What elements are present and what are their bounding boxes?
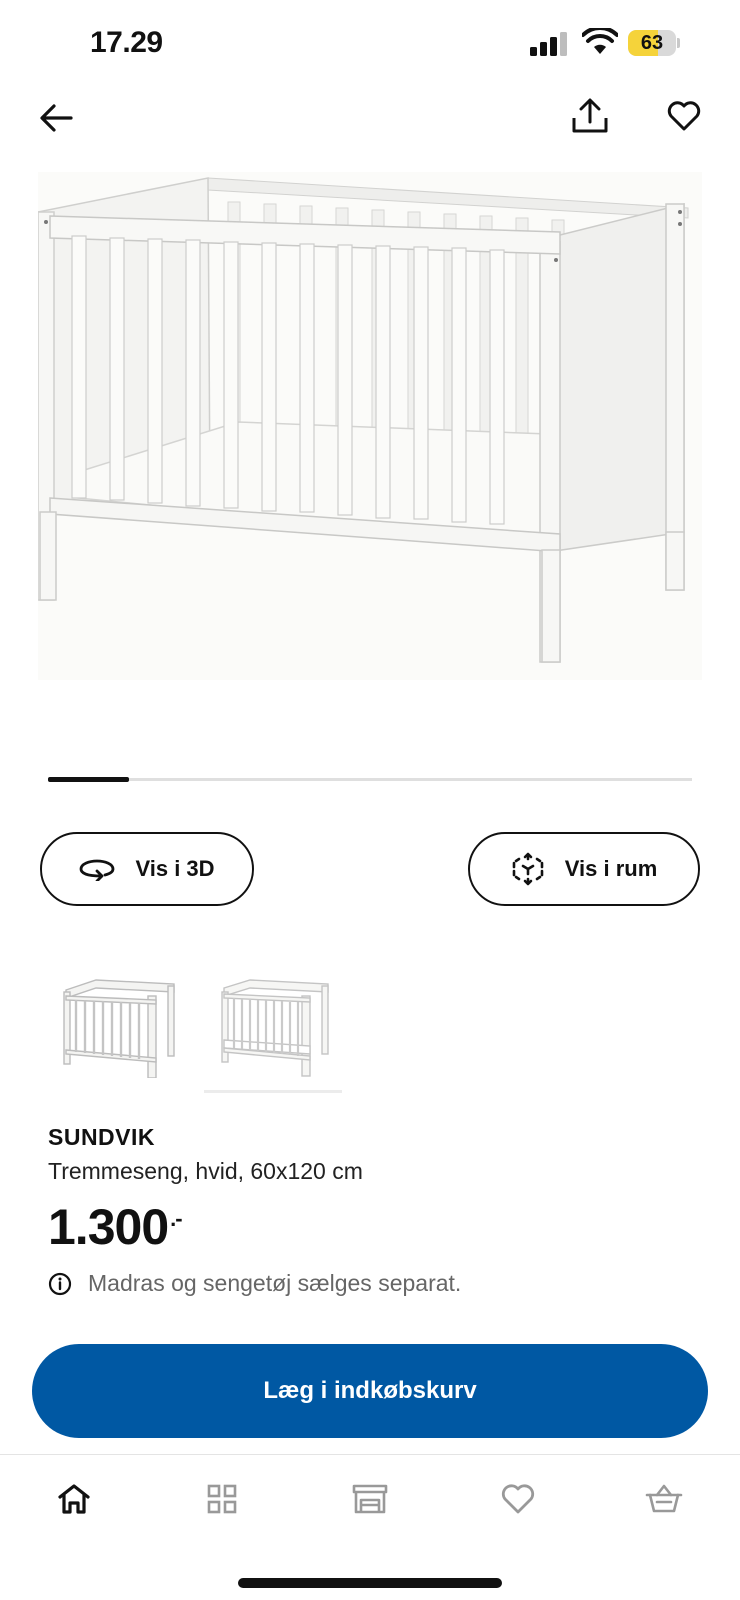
heart-icon [667, 101, 701, 131]
top-navigation [0, 90, 740, 150]
gallery-progress [48, 777, 692, 782]
thumbnail-selection-indicator [204, 1090, 342, 1093]
signal-icon [530, 32, 567, 56]
product-description: Tremmeseng, hvid, 60x120 cm [48, 1158, 363, 1184]
gallery-progress-fill [48, 777, 129, 782]
wifi-icon [582, 28, 618, 54]
store-icon [352, 1484, 388, 1514]
view-3d-button[interactable]: Vis i 3D [40, 832, 254, 906]
tab-basket[interactable] [640, 1475, 688, 1523]
add-to-cart-button[interactable]: Læg i indkøbskurv [32, 1344, 708, 1438]
share-button[interactable] [566, 92, 614, 140]
arrow-left-icon [40, 104, 73, 132]
rotate-3d-icon [80, 859, 115, 881]
tab-products[interactable] [198, 1475, 246, 1523]
price-suffix: .- [170, 1206, 182, 1231]
ar-cube-icon [512, 852, 544, 886]
product-name: SUNDVIK [48, 1124, 156, 1150]
battery-body: 63 [628, 30, 676, 56]
status-time: 17.29 [90, 26, 163, 59]
tab-home[interactable] [50, 1475, 98, 1523]
crib-thumbnail-image [221, 979, 329, 1077]
back-button[interactable] [32, 94, 80, 142]
status-bar: 17.29 63 [0, 0, 740, 88]
add-to-cart-label: Læg i indkøbskurv [263, 1377, 477, 1404]
info-icon [48, 1272, 72, 1295]
crib-thumbnail-image [63, 979, 175, 1079]
grid-icon [207, 1484, 237, 1514]
battery-indicator: 63 [628, 30, 680, 56]
battery-tip [677, 38, 680, 48]
tab-stores[interactable] [346, 1475, 394, 1523]
favorite-button[interactable] [660, 92, 708, 140]
tab-favorites[interactable] [494, 1475, 542, 1523]
product-note: Madras og sengetøj sælges separat. [48, 1270, 461, 1297]
bottom-tab-bar [0, 1454, 740, 1534]
thumbnail-1[interactable] [56, 970, 186, 1079]
view-in-room-label: Vis i rum [564, 856, 658, 881]
product-note-text: Madras og sengetøj sælges separat. [88, 1270, 462, 1296]
basket-icon [645, 1484, 683, 1513]
home-icon [58, 1484, 90, 1514]
product-price: 1.300 .- [48, 1198, 183, 1256]
price-value: 1.300 [48, 1199, 169, 1255]
product-image[interactable] [37, 172, 702, 680]
share-icon [572, 98, 608, 133]
crib-illustration [37, 177, 689, 663]
battery-percent: 63 [640, 32, 664, 54]
view-in-room-button[interactable]: Vis i rum [468, 832, 700, 906]
heart-icon [501, 1484, 535, 1514]
thumbnail-2[interactable] [210, 970, 340, 1078]
view-3d-label: Vis i 3D [135, 856, 215, 881]
home-indicator[interactable] [238, 1578, 502, 1588]
